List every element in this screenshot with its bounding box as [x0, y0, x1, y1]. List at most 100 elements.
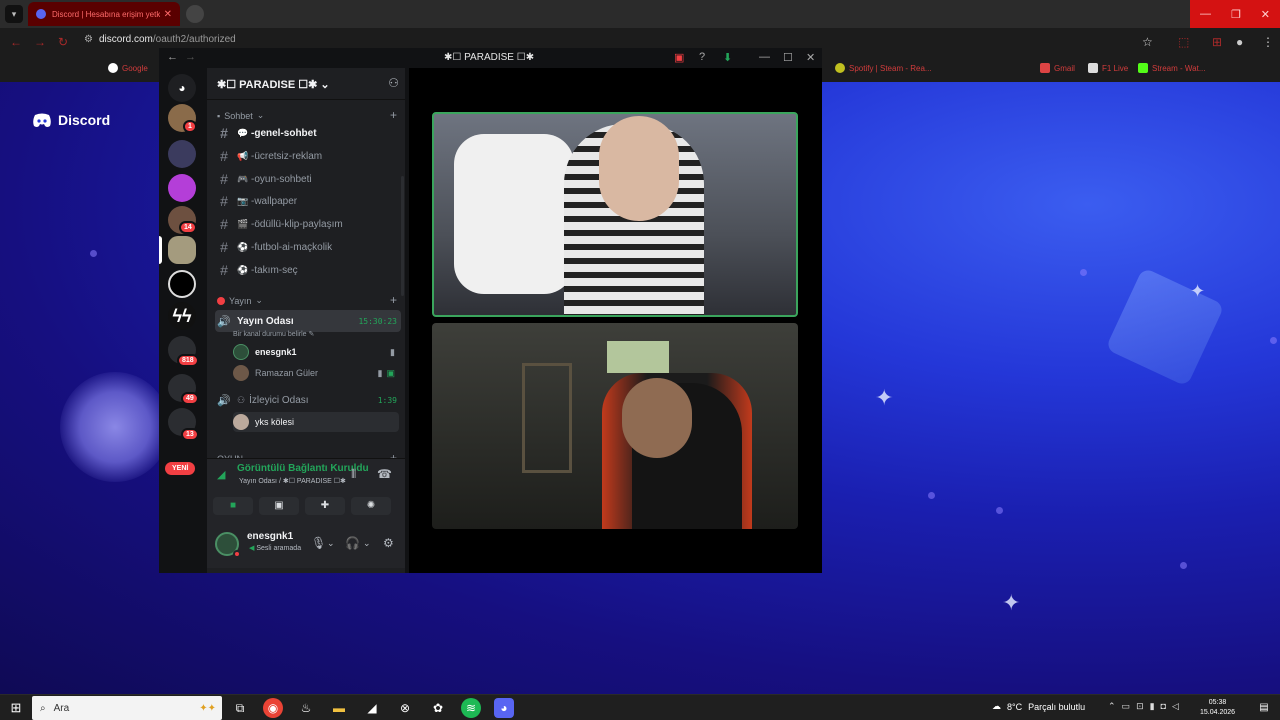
headphones-icon[interactable]: 🎧 — [345, 536, 360, 550]
bookmark-item[interactable]: Google — [108, 63, 148, 73]
volume-icon[interactable]: ◁ — [1172, 701, 1179, 712]
maximize-icon[interactable]: ❐ — [1231, 8, 1241, 21]
close-icon[interactable]: ✕ — [806, 51, 815, 64]
reload-icon[interactable]: ↻ — [58, 35, 68, 49]
forward-icon[interactable]: → — [34, 35, 46, 49]
discord-taskbar-icon[interactable]: ◕ — [494, 698, 514, 718]
server-icon[interactable] — [168, 270, 196, 298]
microphone-icon[interactable]: 🎙 — [311, 536, 326, 550]
live-dot-icon — [217, 296, 225, 305]
network-icon[interactable]: ⊡ — [1136, 701, 1144, 712]
bookmark-item[interactable]: Gmail — [1040, 63, 1075, 73]
activities-button[interactable]: ✚ — [305, 497, 345, 515]
taskbar-search[interactable]: ⌕ Ara ✦✦ — [32, 696, 222, 720]
microphone-icon[interactable]: ▮ — [1150, 701, 1155, 712]
kick-icon — [1138, 63, 1148, 73]
extension-icon[interactable]: ⬚ — [1178, 35, 1189, 49]
channel-futbol[interactable]: # ⚽ -futbol-ai-maçkolik — [215, 236, 399, 258]
notifications-icon[interactable]: ▤ — [1254, 698, 1274, 718]
server-icon[interactable] — [168, 140, 196, 168]
task-view-icon[interactable]: ⧉ — [230, 698, 250, 718]
channel-wallpaper[interactable]: # 📷 -wallpaper — [215, 190, 399, 212]
screen-share-button[interactable]: ▣ — [259, 497, 299, 515]
weather-widget[interactable]: ☁ 8°C Parçalı bulutlu — [992, 701, 1085, 712]
bookmark-item[interactable]: Stream - Wat... — [1138, 63, 1206, 73]
maximize-icon[interactable]: ☐ — [783, 51, 793, 64]
chrome-icon[interactable]: ◉ — [263, 698, 283, 718]
tab-close-icon[interactable]: ✕ — [164, 9, 172, 20]
inbox-icon[interactable]: ▣ — [674, 51, 684, 64]
back-icon[interactable]: ← — [10, 35, 22, 49]
back-icon[interactable]: ← — [167, 51, 178, 63]
unread-badge: 14 — [179, 221, 197, 234]
add-channel-icon[interactable]: + — [390, 293, 397, 307]
settings-gear-icon[interactable]: ⚙ — [383, 536, 394, 550]
discord-logo[interactable]: Discord — [32, 112, 110, 128]
app-icon[interactable]: ✿ — [428, 698, 448, 718]
minimize-icon[interactable]: — — [759, 51, 770, 63]
channel-ucretsiz-reklam[interactable]: # 📢 -ücretsiz-reklam — [215, 145, 399, 167]
video-tile-speaking[interactable] — [432, 112, 798, 317]
minimize-icon[interactable]: — — [1200, 8, 1211, 20]
f1-icon — [1088, 63, 1098, 73]
server-icon[interactable]: ϟϟ — [168, 302, 196, 330]
brand-text: Discord — [58, 112, 111, 128]
new-tab-button[interactable] — [186, 5, 204, 23]
help-icon[interactable]: ? — [699, 51, 705, 63]
video-feed — [599, 116, 679, 221]
chevron-up-icon[interactable]: ⌃ — [1108, 701, 1116, 712]
spotify-icon[interactable]: ≋ — [461, 698, 481, 718]
guild-header[interactable]: ✱☐ PARADISE ☐✱ ⌄ ⚇ — [207, 68, 405, 100]
voice-status[interactable]: Görüntülü Bağlantı Kuruldu — [237, 463, 369, 474]
file-explorer-icon[interactable]: ▬ — [329, 698, 349, 718]
tray-app-icon[interactable]: ▭ — [1122, 701, 1131, 712]
signal-icon[interactable]: ◢ — [217, 468, 225, 481]
forward-icon[interactable]: → — [185, 51, 196, 63]
profile-avatar-icon[interactable]: ● — [1236, 35, 1243, 49]
new-badge[interactable]: YENİ — [165, 462, 196, 475]
taskbar-clock[interactable]: 05:38 15.04.2026 — [1200, 698, 1235, 718]
sidebar-scrollbar[interactable] — [401, 176, 404, 296]
channel-takim-sec[interactable]: # ⚽ -takım-seç — [215, 259, 399, 281]
discord-home-icon[interactable]: ◕ — [168, 74, 196, 102]
steam-icon[interactable]: ♨ — [296, 698, 316, 718]
channel-status[interactable]: Bir kanal durumu belirle ✎ — [233, 330, 314, 338]
username[interactable]: enesgnk1 — [247, 531, 293, 542]
category-sohbet[interactable]: ▪ Sohbet ⌄ — [217, 110, 264, 121]
video-tile[interactable] — [432, 323, 798, 529]
soundboard-button[interactable]: ✺ — [351, 497, 391, 515]
site-info-icon[interactable]: ⚙ — [84, 34, 93, 45]
noise-suppression-icon[interactable]: ⦀ — [351, 467, 356, 482]
voice-user[interactable]: yks kölesi — [233, 412, 399, 432]
channel-genel-sohbet[interactable]: # 💬 -genel-sohbet — [215, 122, 399, 144]
windows-start-icon[interactable]: ⊞ — [6, 698, 26, 718]
bookmark-item[interactable]: F1 Live — [1088, 63, 1128, 73]
add-member-icon[interactable]: ⚇ — [388, 76, 399, 90]
tab-menu-icon[interactable]: ▾ — [5, 5, 23, 23]
add-channel-icon[interactable]: + — [390, 108, 397, 122]
disconnect-icon[interactable]: ☎ — [377, 467, 392, 481]
channel-oyun-sohbeti[interactable]: # 🎮 -oyun-sohbeti — [215, 168, 399, 190]
channel-odullu-klip[interactable]: # 🎬 -ödüllü-klip-paylaşım — [215, 213, 399, 235]
camera-button[interactable]: ■ — [213, 497, 253, 515]
menu-icon[interactable]: ⋮ — [1262, 35, 1274, 49]
voice-user[interactable]: Ramazan Güler ▮ ▣ — [233, 363, 399, 383]
app-icon[interactable]: ◢ — [362, 698, 382, 718]
camera-icon[interactable]: ◘ — [1161, 701, 1166, 712]
server-paradise-icon[interactable] — [168, 236, 196, 264]
bookmark-item[interactable]: Spotify | Steam - Rea... — [835, 63, 932, 73]
extension-icon[interactable]: ⊞ — [1212, 35, 1222, 49]
server-icon[interactable] — [168, 174, 196, 202]
voice-channel-yayin-odasi[interactable]: 🔊 Yayın Odası 15:30:23 — [215, 310, 401, 332]
chevron-down-icon[interactable]: ⌄ — [363, 538, 371, 549]
download-icon[interactable]: ⬇ — [723, 51, 732, 64]
bookmark-star-icon[interactable]: ☆ — [1142, 35, 1153, 49]
category-yayin[interactable]: Yayın ⌄ — [217, 295, 263, 306]
app-icon[interactable]: ⊗ — [395, 698, 415, 718]
url-field[interactable]: ⚙ discord.com/oauth2/authorized — [84, 34, 236, 45]
voice-user[interactable]: enesgnk1 ▮ — [233, 342, 399, 362]
tab-discord[interactable]: Discord | Hesabına erişim yetki... ✕ — [28, 2, 180, 26]
close-icon[interactable]: ✕ — [1261, 8, 1270, 21]
voice-channel-izleyici-odasi[interactable]: 🔊 ⚇ İzleyici Odası 1:39 — [215, 389, 401, 411]
chevron-down-icon[interactable]: ⌄ — [327, 538, 335, 549]
